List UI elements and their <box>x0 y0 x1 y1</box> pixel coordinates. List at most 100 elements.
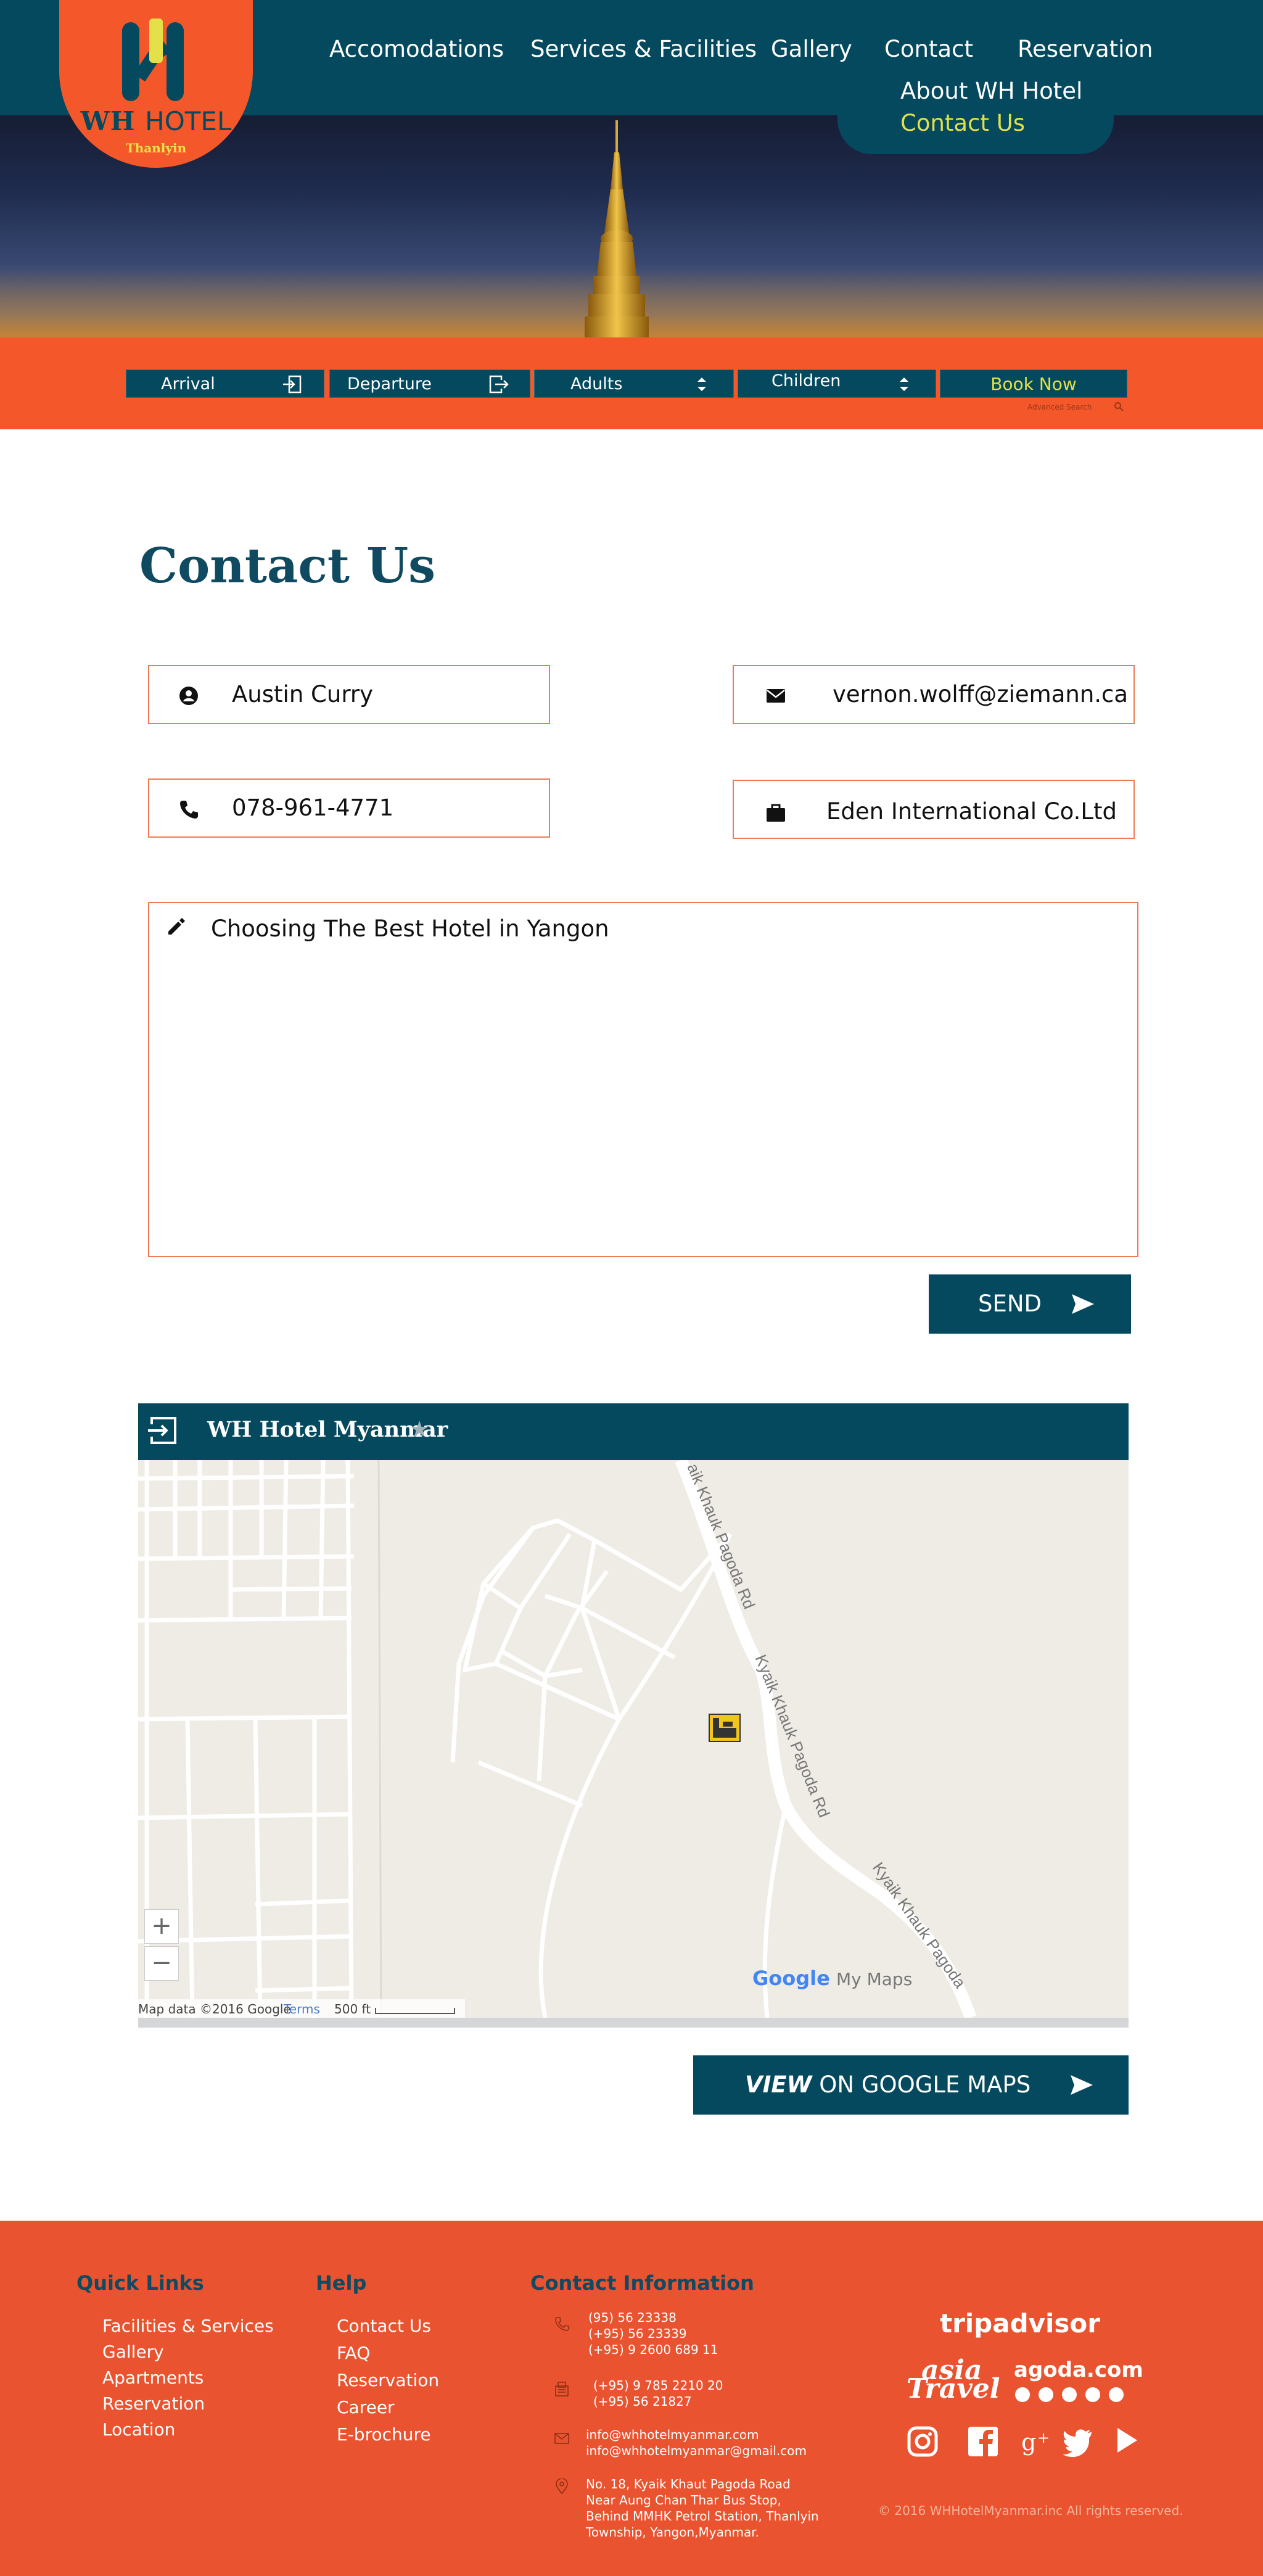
map-attribution: Map data ©2016 Google <box>138 2002 291 2017</box>
book-now-button[interactable]: Book Now <box>940 369 1127 398</box>
instagram-icon[interactable] <box>905 2424 940 2459</box>
nav-reservation[interactable]: Reservation <box>1018 36 1153 62</box>
hotel-marker-icon[interactable] <box>709 1714 741 1742</box>
departure-field[interactable]: Departure <box>329 369 530 398</box>
arrival-field[interactable]: Arrival <box>126 369 324 398</box>
select-arrows-icon <box>900 378 908 391</box>
quick-links-title: Quick Links <box>76 2271 204 2295</box>
footer-email-link[interactable]: info@whhotelmyanmar@gmail.com <box>586 2443 807 2459</box>
children-select[interactable]: Children <box>738 369 936 398</box>
facebook-icon[interactable] <box>966 2424 1000 2459</box>
footer-fax: (+95) 9 785 2210 20 (+95) 56 21827 <box>593 2378 723 2409</box>
copyright: © 2016 WHHotelMyanmar.inc All rights res… <box>878 2503 1183 2518</box>
footer-link[interactable]: Reservation <box>337 2370 439 2390</box>
zoom-out-button[interactable]: − <box>144 1946 179 1981</box>
footer-link[interactable]: Contact Us <box>337 2316 431 2336</box>
email-value: vernon.wolff@ziemann.ca <box>833 681 1129 708</box>
footer-link[interactable]: Location <box>102 2419 175 2440</box>
map-scrollbar[interactable] <box>138 2018 1129 2028</box>
send-label: SEND <box>978 1290 1042 1317</box>
envelope-icon <box>554 2433 569 2444</box>
footer-address: No. 18, Kyaik Khaut Pagoda Road Near Aung… <box>586 2477 819 2540</box>
children-label: Children <box>771 371 841 390</box>
send-button[interactable]: SEND <box>929 1274 1131 1334</box>
send-arrow-icon <box>1072 1294 1094 1314</box>
view-label: VIEW ON GOOGLE MAPS <box>745 2071 1031 2098</box>
phone-field[interactable]: 078-961-4771 <box>148 778 550 838</box>
arrival-label: Arrival <box>161 374 215 394</box>
fax-icon <box>555 2382 569 2396</box>
advanced-search-link[interactable]: Advanced Search <box>1027 403 1092 411</box>
footer-link[interactable]: Reservation <box>102 2393 205 2414</box>
logo[interactable]: WH HOTEL Thanlyin <box>59 0 253 168</box>
map-scale-bar <box>375 2008 455 2014</box>
adults-label: Adults <box>570 374 623 394</box>
departure-label: Departure <box>347 374 432 394</box>
view-on-google-maps-button[interactable]: VIEW ON GOOGLE MAPS <box>693 2055 1129 2115</box>
google-plus-icon[interactable]: g + <box>1019 2424 1053 2459</box>
logo-location: Thanlyin <box>125 141 187 155</box>
sign-in-icon[interactable] <box>147 1416 179 1445</box>
svg-text:g: g <box>1021 2429 1036 2456</box>
select-arrows-icon <box>697 378 706 391</box>
adults-select[interactable]: Adults <box>534 369 734 398</box>
pencil-icon <box>168 918 185 935</box>
contact-submenu: About WH Hotel Contact Us <box>837 69 1114 154</box>
email-field[interactable]: vernon.wolff@ziemann.ca <box>733 665 1135 724</box>
google-map-embed[interactable]: WH Hotel Myanmar ★ aik Khauk Pagoda Rd K… <box>138 1403 1129 2028</box>
footer-phones: (95) 56 23338 (+95) 56 23339 (+95) 9 2600 … <box>588 2310 718 2357</box>
booking-bar: Arrival Departure Adults Children Book N… <box>0 337 1263 429</box>
logo-wordmark: WH HOTEL <box>80 106 232 136</box>
youtube-icon[interactable] <box>1110 2424 1145 2459</box>
nav-services-facilities[interactable]: Services & Facilities <box>530 36 757 62</box>
map-canvas[interactable]: aik Khauk Pagoda Rd Kyaik Khauk Pagoda R… <box>138 1460 1129 2018</box>
user-icon <box>179 687 198 705</box>
agoda-logo[interactable]: agoda.com <box>1014 2358 1143 2382</box>
briefcase-icon <box>767 804 785 822</box>
map-header: WH Hotel Myanmar ★ <box>138 1403 1129 1460</box>
name-field[interactable]: Austin Curry <box>148 665 550 724</box>
company-value: Eden International Co.Ltd <box>826 798 1117 825</box>
tripadvisor-logo[interactable]: tripadvisor <box>940 2308 1100 2339</box>
footer-link[interactable]: Career <box>337 2397 395 2417</box>
submenu-contact-us[interactable]: Contact Us <box>900 110 1025 136</box>
footer-emails: info@whhotelmyanmar.com info@whhotelmyan… <box>586 2427 807 2459</box>
send-arrow-icon <box>1071 2075 1093 2095</box>
star-icon[interactable]: ★ <box>409 1417 429 1442</box>
footer-link[interactable]: E-brochure <box>337 2424 431 2445</box>
name-value: Austin Curry <box>232 681 373 708</box>
svg-text:+: + <box>1037 2429 1050 2446</box>
agoda-dots <box>1015 2387 1132 2405</box>
phone-icon <box>555 2317 569 2331</box>
calendar-in-icon <box>283 375 302 394</box>
wh-monogram-icon <box>122 19 184 101</box>
map-terms-link[interactable]: Terms <box>284 2002 320 2017</box>
footer-link[interactable]: Apartments <box>102 2368 204 2388</box>
pagoda-image <box>585 120 649 337</box>
nav-gallery[interactable]: Gallery <box>771 36 852 62</box>
footer: Quick Links Facilities & Services Galler… <box>0 2221 1263 2576</box>
message-textarea[interactable]: Choosing The Best Hotel in Yangon <box>148 902 1138 1257</box>
company-field[interactable]: Eden International Co.Ltd <box>733 780 1135 839</box>
envelope-icon <box>767 689 785 703</box>
message-value: Choosing The Best Hotel in Yangon <box>211 915 609 942</box>
contact-info-title: Contact Information <box>530 2271 754 2295</box>
calendar-out-icon <box>489 375 509 394</box>
twitter-icon[interactable] <box>1061 2424 1095 2459</box>
location-pin-icon <box>556 2479 568 2495</box>
footer-link[interactable]: Gallery <box>102 2342 164 2362</box>
submenu-about[interactable]: About WH Hotel <box>900 78 1082 104</box>
page-title: Contact Us <box>139 538 435 594</box>
zoom-in-button[interactable]: + <box>144 1909 179 1944</box>
nav-contact[interactable]: Contact <box>884 36 973 62</box>
map-attribution-bar: Map data ©2016 Google Terms 500 ft <box>138 1999 465 2018</box>
footer-link[interactable]: Facilities & Services <box>102 2316 274 2336</box>
phone-value: 078-961-4771 <box>232 795 394 821</box>
search-icon[interactable] <box>1114 402 1124 411</box>
google-my-maps-logo: Google My Maps <box>752 1967 913 1990</box>
map-scale-label: 500 ft <box>334 2002 371 2017</box>
footer-email-link[interactable]: info@whhotelmyanmar.com <box>586 2427 807 2443</box>
asia-travel-logo[interactable]: asia Travel <box>907 2357 1000 2403</box>
nav-accomodations[interactable]: Accomodations <box>329 36 504 62</box>
footer-link[interactable]: FAQ <box>337 2343 370 2363</box>
